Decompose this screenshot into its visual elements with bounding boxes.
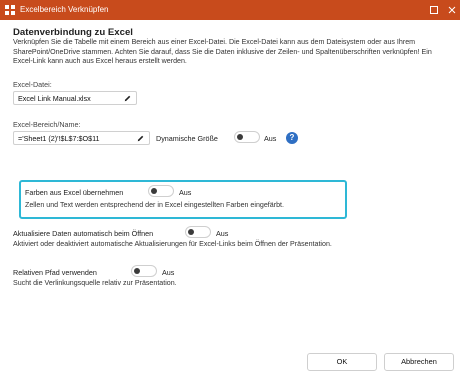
dynamic-size-state: Aus	[264, 134, 277, 143]
colors-description: Zellen und Text werden entsprechend der …	[25, 201, 284, 209]
relative-path-toggle[interactable]	[131, 265, 157, 277]
dynamic-size-label: Dynamische Größe	[156, 134, 218, 143]
section-heading: Datenverbindung zu Excel	[13, 27, 133, 38]
section-description: Verknüpfen Sie die Tabelle mit einem Ber…	[13, 38, 432, 65]
cancel-button[interactable]: Abbrechen	[384, 353, 454, 371]
colors-label: Farben aus Excel übernehmen	[25, 188, 124, 197]
toggle-knob	[237, 134, 243, 140]
maximize-icon	[430, 6, 438, 14]
colors-toggle[interactable]	[148, 185, 174, 197]
excel-range-field[interactable]: ='Sheet1 (2)'!$L$7:$O$11	[13, 131, 150, 145]
help-icon[interactable]: ?	[286, 132, 298, 144]
close-icon	[448, 6, 456, 14]
toggle-knob	[134, 268, 140, 274]
auto-update-toggle[interactable]	[185, 226, 211, 238]
auto-update-description: Aktiviert oder deaktiviert automatische …	[13, 240, 332, 248]
pencil-icon[interactable]	[136, 134, 145, 143]
maximize-button[interactable]	[426, 2, 442, 18]
relative-path-state: Aus	[162, 268, 175, 277]
relative-path-label: Relativen Pfad verwenden	[13, 268, 97, 277]
pencil-icon[interactable]	[123, 94, 132, 103]
excel-file-value: Excel Link Manual.xlsx	[18, 94, 91, 103]
toggle-knob	[188, 229, 194, 235]
excel-range-label: Excel-Bereich/Name:	[13, 120, 81, 129]
ok-button[interactable]: OK	[307, 353, 377, 371]
title-bar: Excelbereich Verknüpfen	[0, 0, 460, 20]
excel-range-value: ='Sheet1 (2)'!$L$7:$O$11	[18, 134, 100, 143]
excel-file-label: Excel-Datei:	[13, 80, 52, 89]
colors-state: Aus	[179, 188, 192, 197]
highlight-frame	[19, 180, 347, 219]
app-icon	[5, 5, 15, 15]
excel-file-field[interactable]: Excel Link Manual.xlsx	[13, 91, 137, 105]
dynamic-size-toggle[interactable]	[234, 131, 260, 143]
toggle-knob	[151, 188, 157, 194]
relative-path-description: Sucht die Verlinkungsquelle relativ zur …	[13, 279, 177, 287]
auto-update-label: Aktualisiere Daten automatisch beim Öffn…	[13, 229, 154, 238]
close-button[interactable]	[444, 2, 460, 18]
window-title: Excelbereich Verknüpfen	[20, 5, 109, 14]
auto-update-state: Aus	[216, 229, 229, 238]
